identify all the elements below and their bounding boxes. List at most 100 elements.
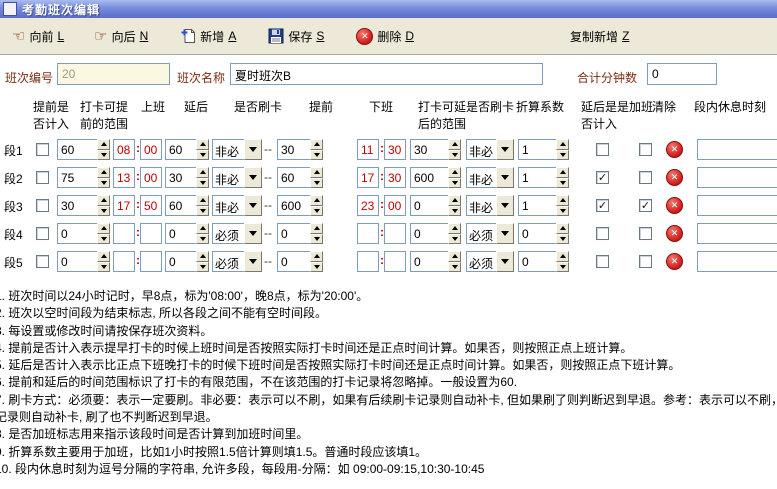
swipe-before-select[interactable]: 必须 [212,223,262,244]
spin-up-icon[interactable] [310,195,323,206]
on-duty-hour-field[interactable] [113,251,135,272]
spin-down-icon[interactable] [196,150,209,161]
swipe-after-select[interactable]: 非必 [466,139,514,160]
dropdown-arrow-icon[interactable] [496,223,514,244]
spin-down-icon[interactable] [196,206,209,217]
delay-value[interactable]: 60 [165,139,196,160]
spin-down-icon[interactable] [97,234,110,245]
advance-counted-checkbox[interactable] [36,143,49,156]
previous-button[interactable]: ☜ 向前 L [8,25,68,48]
swipe-after-select[interactable]: 非必 [466,195,514,216]
delete-button[interactable]: 删除 D [352,25,418,48]
spin-down-icon[interactable] [196,178,209,189]
dropdown-arrow-icon[interactable] [496,251,514,272]
spin-down-icon[interactable] [556,150,569,161]
spin-down-icon[interactable] [97,178,110,189]
on-duty-minute-field[interactable]: 00 [140,139,162,160]
delay-counted-checkbox[interactable]: ✓ [596,199,609,212]
delay-counted-checkbox[interactable] [596,143,609,156]
total-minutes-field[interactable]: 0 [647,63,717,85]
spin-up-icon[interactable] [448,195,461,206]
on-duty-hour-field[interactable]: 08 [113,139,135,160]
on-duty-minute-field[interactable] [140,223,162,244]
rest-times-field[interactable] [697,223,777,244]
dropdown-arrow-icon[interactable] [244,195,262,216]
spin-down-icon[interactable] [310,178,323,189]
swipe-after-select[interactable]: 必须 [466,223,514,244]
swipe-before-select[interactable]: 非必 [212,139,262,160]
early-range-value[interactable]: 0 [57,251,97,272]
swipe-after-select[interactable]: 必须 [466,251,514,272]
spin-down-icon[interactable] [196,234,209,245]
spin-up-icon[interactable] [310,139,323,150]
overtime-checkbox[interactable] [639,255,652,268]
clear-row-button[interactable] [666,225,683,242]
swipe-before-select[interactable]: 非必 [212,167,262,188]
spin-up-icon[interactable] [97,139,110,150]
delay-counted-checkbox[interactable] [596,255,609,268]
shift-name-field[interactable]: 夏时班次B [230,63,543,85]
off-duty-hour-field[interactable] [357,251,379,272]
early-value[interactable]: 0 [277,223,310,244]
spin-up-icon[interactable] [196,139,209,150]
spin-up-icon[interactable] [448,251,461,262]
clear-row-button[interactable] [666,141,683,158]
delay-counted-checkbox[interactable] [596,227,609,240]
spin-up-icon[interactable] [196,251,209,262]
overtime-checkbox[interactable] [639,227,652,240]
advance-counted-checkbox[interactable] [36,199,49,212]
rest-times-field[interactable] [697,251,777,272]
dropdown-arrow-icon[interactable] [496,195,514,216]
dropdown-arrow-icon[interactable] [244,223,262,244]
spin-up-icon[interactable] [448,223,461,234]
rest-times-field[interactable] [697,195,777,216]
factor-value[interactable]: 1 [518,167,556,188]
early-range-value[interactable]: 75 [57,167,97,188]
spin-down-icon[interactable] [310,206,323,217]
spin-down-icon[interactable] [97,150,110,161]
dropdown-arrow-icon[interactable] [244,251,262,272]
early-range-value[interactable]: 0 [57,223,97,244]
on-duty-minute-field[interactable] [140,251,162,272]
spin-down-icon[interactable] [556,206,569,217]
off-duty-minute-field[interactable]: 30 [384,167,406,188]
spin-up-icon[interactable] [97,223,110,234]
on-duty-hour-field[interactable]: 17 [113,195,135,216]
spin-down-icon[interactable] [556,234,569,245]
late-range-value[interactable]: 0 [410,195,448,216]
spin-up-icon[interactable] [310,223,323,234]
spin-up-icon[interactable] [556,195,569,206]
spin-up-icon[interactable] [556,251,569,262]
dropdown-arrow-icon[interactable] [496,139,514,160]
copy-new-button[interactable]: 复制新增 Z [566,25,633,48]
spin-up-icon[interactable] [196,223,209,234]
spin-down-icon[interactable] [310,234,323,245]
spin-down-icon[interactable] [556,262,569,273]
delay-value[interactable]: 60 [165,195,196,216]
swipe-after-select[interactable]: 非必 [466,167,514,188]
dropdown-arrow-icon[interactable] [244,167,262,188]
clear-row-button[interactable] [666,197,683,214]
delay-value[interactable]: 0 [165,223,196,244]
spin-up-icon[interactable] [448,139,461,150]
off-duty-minute-field[interactable] [384,223,406,244]
early-value[interactable]: 0 [277,251,310,272]
spin-down-icon[interactable] [196,262,209,273]
late-range-value[interactable]: 30 [410,139,448,160]
spin-up-icon[interactable] [556,139,569,150]
off-duty-hour-field[interactable]: 23 [357,195,379,216]
overtime-checkbox[interactable] [639,171,652,184]
spin-up-icon[interactable] [448,167,461,178]
clear-row-button[interactable] [666,169,683,186]
advance-counted-checkbox[interactable] [36,227,49,240]
factor-value[interactable]: 0 [518,223,556,244]
spin-up-icon[interactable] [556,223,569,234]
spin-up-icon[interactable] [556,167,569,178]
advance-counted-checkbox[interactable] [36,171,49,184]
early-value[interactable]: 30 [277,139,310,160]
dropdown-arrow-icon[interactable] [244,139,262,160]
late-range-value[interactable]: 0 [410,223,448,244]
spin-up-icon[interactable] [97,251,110,262]
off-duty-minute-field[interactable]: 00 [384,195,406,216]
on-duty-hour-field[interactable] [113,223,135,244]
